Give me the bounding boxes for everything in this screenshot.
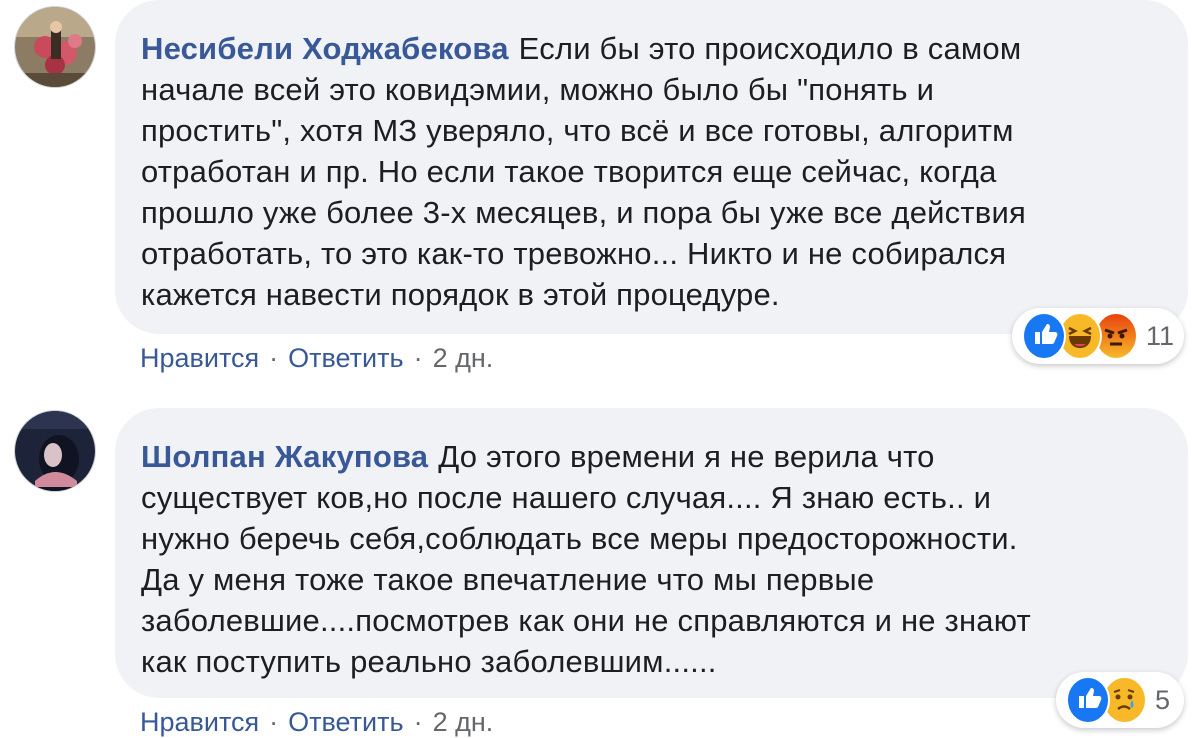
comment-timestamp[interactable]: 2 дн.	[433, 707, 494, 737]
avatar-image	[15, 411, 95, 491]
reaction-count: 5	[1154, 684, 1170, 715]
comment-timestamp[interactable]: 2 дн.	[433, 343, 494, 373]
comment-bubble: Несибели Ходжабекова Если бы это происход…	[115, 0, 1188, 334]
like-icon	[1022, 312, 1066, 360]
comment-author[interactable]: Несибели Ходжабекова	[141, 31, 509, 66]
comment-actions: Нравится · Ответить · 2 дн.	[140, 707, 493, 738]
avatar[interactable]	[14, 6, 96, 88]
reactions-summary[interactable]: 11	[1012, 308, 1184, 364]
reply-link[interactable]: Ответить	[288, 343, 403, 373]
like-link[interactable]: Нравится	[140, 343, 259, 373]
comment-actions: Нравится · Ответить · 2 дн.	[140, 343, 493, 374]
reactions-summary[interactable]: 5	[1056, 672, 1184, 728]
avatar[interactable]	[14, 410, 96, 492]
like-link[interactable]: Нравится	[140, 707, 259, 737]
separator: ·	[269, 343, 279, 373]
separator: ·	[413, 343, 423, 373]
separator: ·	[413, 707, 423, 737]
comment-text: До этого времени я не верила что существ…	[141, 439, 1031, 679]
avatar-image	[15, 7, 95, 87]
comment-author[interactable]: Шолпан Жакупова	[141, 439, 428, 474]
like-icon	[1066, 676, 1111, 724]
comment-text: Если бы это происходило в самом начале в…	[141, 31, 1026, 312]
reply-link[interactable]: Ответить	[288, 707, 403, 737]
separator: ·	[269, 707, 279, 737]
reaction-count: 11	[1146, 320, 1175, 351]
comment-bubble: Шолпан Жакупова До этого времени я не вер…	[115, 408, 1188, 698]
